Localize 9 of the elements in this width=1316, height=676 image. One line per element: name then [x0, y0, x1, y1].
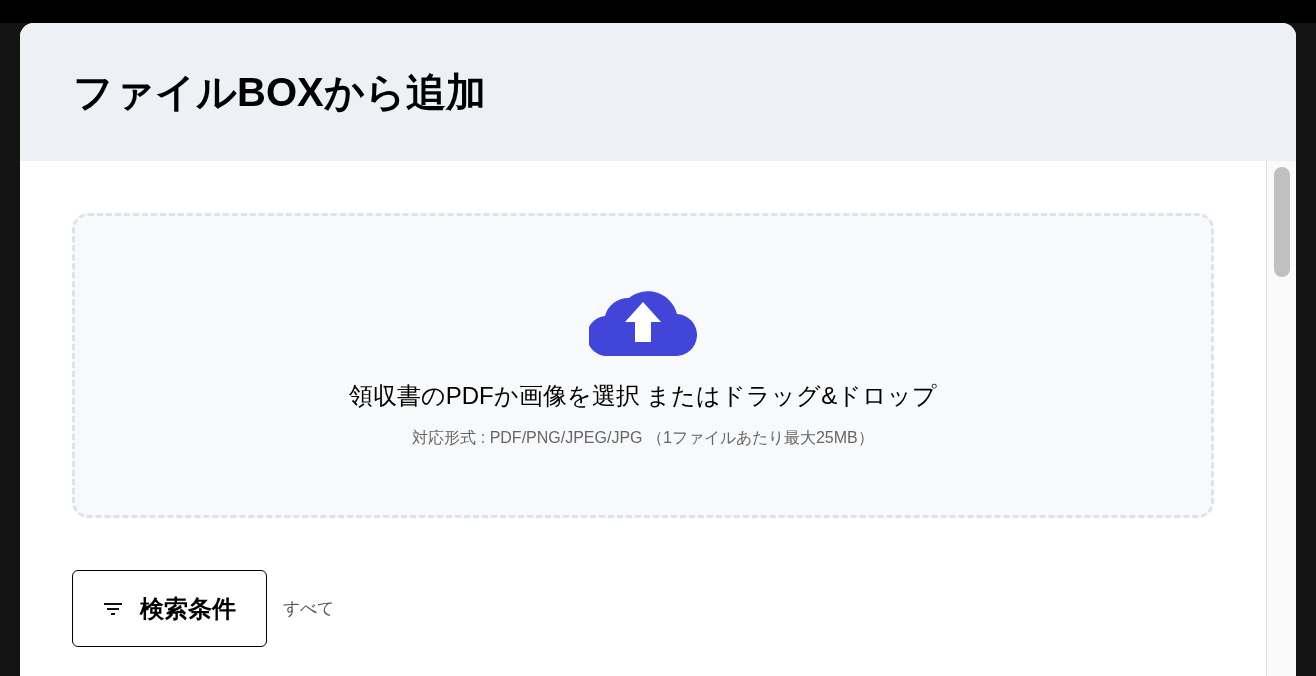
filter-value: すべて [283, 597, 334, 620]
dropzone-instruction: 領収書のPDFか画像を選択 またはドラッグ&ドロップ [348, 380, 938, 411]
scrollbar[interactable] [1266, 161, 1296, 676]
search-filter-button[interactable]: 検索条件 [72, 570, 267, 647]
scrollbar-thumb[interactable] [1273, 167, 1290, 277]
filter-icon [103, 602, 122, 615]
dialog-title: ファイルBOXから追加 [73, 69, 486, 116]
supported-formats: 対応形式 : PDF/PNG/JPEG/JPG （1ファイルあたり最大25MB） [412, 427, 874, 448]
file-dropzone[interactable]: 領収書のPDFか画像を選択 またはドラッグ&ドロップ 対応形式 : PDF/PNG/JPEG/JPG （1ファイルあたり最大25MB） [72, 213, 1214, 518]
